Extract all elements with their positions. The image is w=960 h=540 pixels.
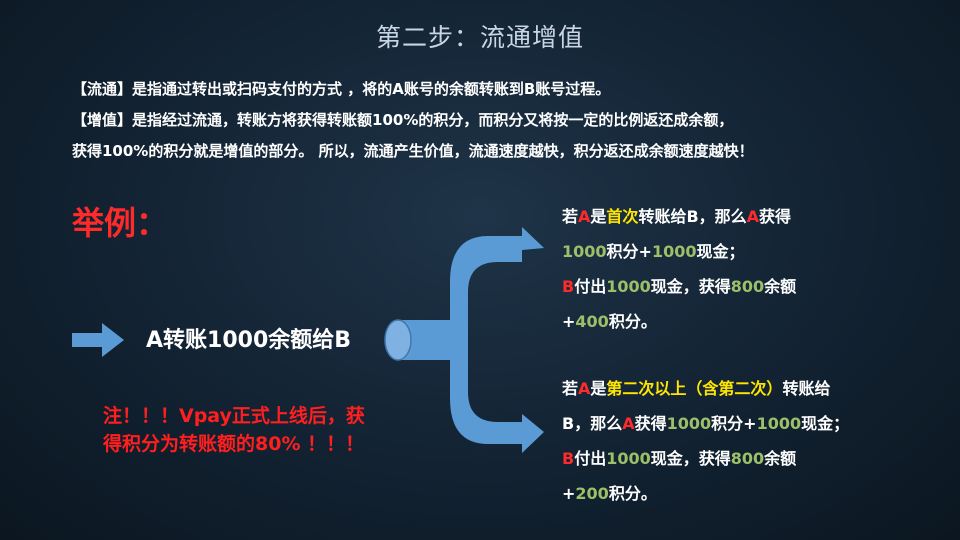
case2-line-4: +200积分。 — [562, 484, 657, 503]
case-first-transfer: 若A是首次转账给B，那么A获得 1000积分+1000现金； B付出1000现金… — [562, 199, 922, 339]
case2-line-1: 若A是第二次以上（含第二次）转账给 — [562, 379, 831, 398]
case1-line-3: B付出1000现金，获得800余额 — [562, 277, 797, 296]
fork-arrow-icon — [450, 227, 544, 453]
pipe-end-cap — [384, 319, 412, 361]
right-arrow-icon — [72, 323, 124, 357]
case1-line-4: +400积分。 — [562, 312, 657, 331]
case1-line-1: 若A是首次转账给B，那么A获得 — [562, 207, 792, 226]
case2-line-2: B，那么A获得1000积分+1000现金； — [562, 414, 850, 433]
case2-line-3: B付出1000现金，获得800余额 — [562, 449, 797, 468]
warning-note: 注！！！Vpay正式上线后，获得积分为转账额的80% ！！！ — [103, 405, 365, 455]
transfer-example-text: A转账1000余额给B — [146, 328, 352, 353]
case-repeat-transfer: 若A是第二次以上（含第二次）转账给 B，那么A获得1000积分+1000现金； … — [562, 371, 922, 511]
case1-line-2: 1000积分+1000现金； — [562, 242, 745, 261]
